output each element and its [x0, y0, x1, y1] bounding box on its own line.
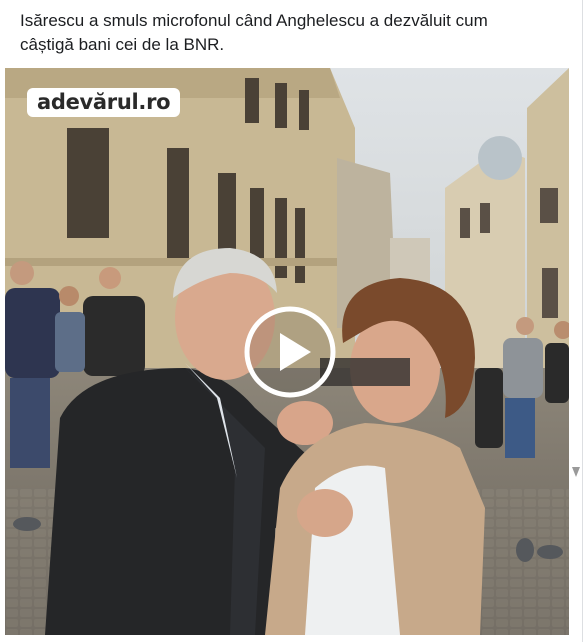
- play-button[interactable]: [243, 305, 337, 399]
- post-caption: Isărescu a smuls microfonul când Anghele…: [20, 11, 488, 54]
- play-icon: [244, 306, 336, 398]
- adevarul-watermark: adevărul.ro: [27, 88, 181, 117]
- scroll-indicator[interactable]: [572, 466, 580, 478]
- scroll-arrow-icon: [572, 467, 580, 477]
- video-post: Isărescu a smuls microfonul când Anghele…: [0, 0, 583, 642]
- video-player[interactable]: adevărul.ro: [5, 68, 569, 635]
